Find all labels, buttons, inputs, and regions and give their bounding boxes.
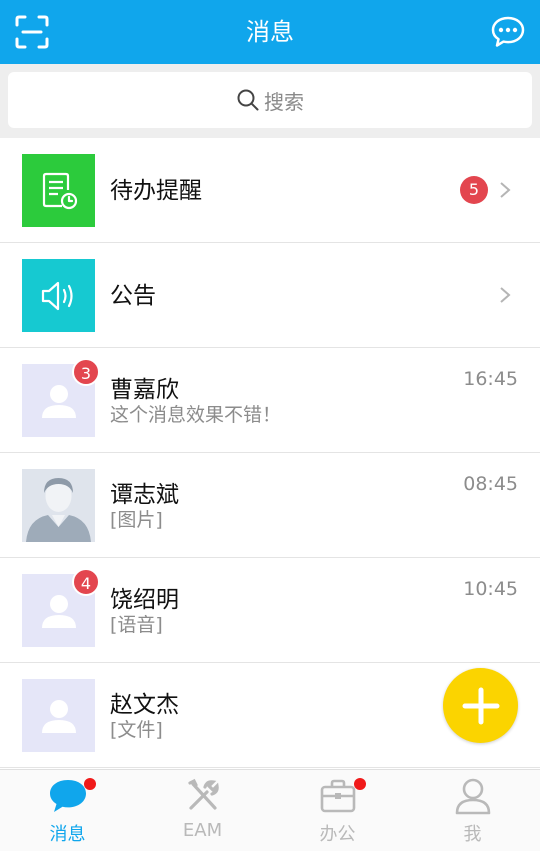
search-placeholder: 搜索: [264, 89, 304, 114]
tab-messages[interactable]: 消息: [0, 770, 135, 851]
chat-bubble-icon: [491, 16, 525, 47]
plus-icon: [462, 687, 499, 724]
message-preview: [语音]: [110, 614, 163, 636]
tab-label: 我: [463, 824, 482, 845]
contact-name: 曹嘉欣: [110, 377, 179, 403]
photo-avatar-icon: [22, 469, 95, 542]
notification-dot: [83, 778, 96, 790]
bottom-tab-bar: 消息 EAM 办公 我: [0, 769, 540, 851]
add-button[interactable]: [443, 668, 518, 743]
unread-badge: 4: [72, 568, 100, 596]
speaker-icon: [41, 281, 73, 310]
page-title: 消息: [246, 18, 294, 46]
tab-icon-wrap: [46, 776, 96, 816]
chevron-right-icon: [500, 182, 511, 198]
todo-avatar: [22, 154, 95, 227]
message-preview: [文件]: [110, 719, 163, 741]
avatar: [22, 469, 95, 542]
announcement-avatar: [22, 259, 95, 332]
item-name: 待办提醒: [110, 178, 202, 204]
list-item-todo-reminder[interactable]: 待办提醒 5: [0, 138, 540, 243]
default-avatar-icon: [41, 699, 76, 733]
list-item-announcement[interactable]: 公告: [0, 243, 540, 348]
item-name: 公告: [110, 283, 156, 309]
person-icon: [455, 778, 490, 815]
message-preview: [图片]: [110, 509, 163, 531]
tab-office[interactable]: 办公: [270, 770, 405, 851]
message-preview: 这个消息效果不错！: [110, 404, 282, 426]
message-time: 08:45: [463, 473, 518, 495]
default-avatar-icon: [41, 594, 76, 628]
notification-dot: [353, 778, 366, 790]
search-icon: [237, 89, 259, 111]
unread-badge: 3: [72, 358, 100, 386]
tools-icon: [187, 778, 219, 810]
tab-icon-wrap: [451, 776, 495, 816]
tab-label: 消息: [49, 824, 86, 845]
message-time: 16:45: [463, 368, 518, 390]
tab-icon-wrap: [316, 776, 366, 816]
contact-name: 谭志斌: [110, 482, 179, 508]
app-header: 消息: [0, 0, 540, 64]
search-bar-area: 搜索: [0, 64, 540, 138]
search-input[interactable]: 搜索: [8, 72, 532, 128]
list-item-contact[interactable]: 谭志斌 [图片] 08:45: [0, 453, 540, 558]
contact-name: 饶绍明: [110, 587, 179, 613]
count-badge: 5: [460, 176, 488, 204]
avatar: [22, 679, 95, 752]
tab-label: EAM: [182, 820, 223, 841]
briefcase-icon: [320, 779, 355, 813]
tab-me[interactable]: 我: [405, 770, 540, 851]
tab-label: 办公: [319, 824, 356, 845]
chevron-right-icon: [500, 287, 511, 303]
default-avatar-icon: [41, 384, 76, 418]
message-icon: [49, 780, 86, 812]
list-item-contact[interactable]: 4 饶绍明 [语音] 10:45: [0, 558, 540, 663]
message-time: 10:45: [463, 578, 518, 600]
todo-reminder-icon: [42, 172, 77, 209]
chat-button[interactable]: [488, 12, 528, 52]
contact-name: 赵文杰: [110, 692, 179, 718]
tab-eam[interactable]: EAM: [135, 770, 270, 851]
tab-icon-wrap: [181, 776, 225, 816]
list-item-contact[interactable]: 3 曹嘉欣 这个消息效果不错！ 16:45: [0, 348, 540, 453]
